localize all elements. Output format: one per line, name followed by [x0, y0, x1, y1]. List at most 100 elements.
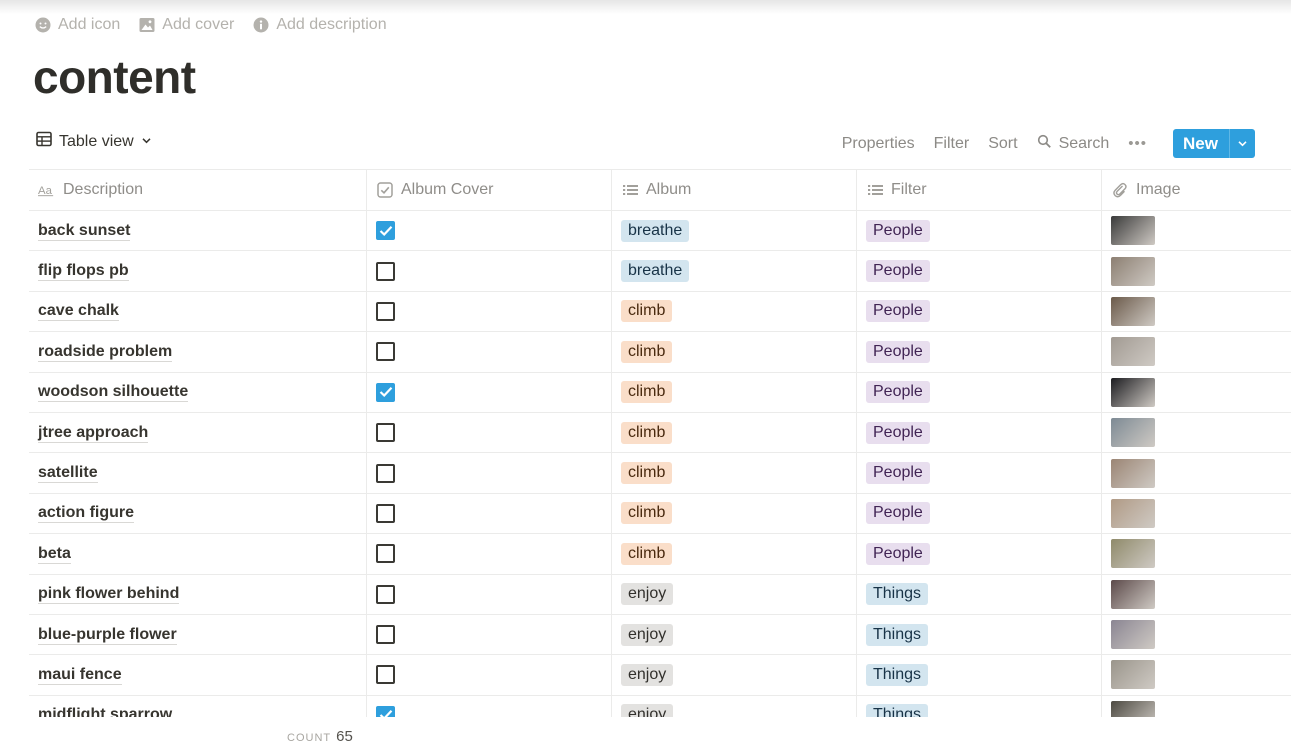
image-thumbnail[interactable] [1111, 579, 1155, 609]
table-row[interactable]: flip flops pb breathe People [29, 251, 1291, 292]
album-cell[interactable]: enjoy [612, 655, 857, 695]
album-cell[interactable]: enjoy [612, 614, 857, 655]
album-cover-checkbox[interactable] [376, 382, 395, 402]
album-cover-checkbox[interactable] [376, 665, 395, 685]
filter-cell[interactable]: People [857, 291, 1102, 332]
description-cell[interactable]: midflight sparrow [29, 695, 367, 717]
filter-cell[interactable]: People [857, 211, 1102, 251]
album-cover-checkbox[interactable] [376, 584, 395, 604]
description-cell[interactable]: back sunset [29, 211, 367, 251]
column-header-image[interactable]: Image [1102, 170, 1291, 210]
table-row[interactable]: maui fence enjoy Things [29, 655, 1291, 696]
row-title[interactable]: blue-purple flower [38, 625, 177, 645]
image-cell[interactable] [1102, 575, 1291, 614]
album-cell[interactable]: climb [612, 372, 857, 412]
filter-cell[interactable]: People [857, 332, 1102, 372]
column-header-album[interactable]: Album [612, 170, 857, 210]
image-cell[interactable] [1102, 534, 1291, 573]
album-cover-cell[interactable] [367, 372, 612, 412]
column-header-album-cover[interactable]: Album Cover [367, 170, 612, 210]
table-row[interactable]: action figure climb People [29, 493, 1291, 535]
album-cover-checkbox[interactable] [376, 625, 395, 645]
image-thumbnail[interactable] [1111, 660, 1155, 690]
album-cover-cell[interactable] [367, 574, 612, 614]
new-dropdown-button[interactable] [1229, 129, 1255, 158]
image-thumbnail[interactable] [1111, 498, 1155, 528]
album-cover-checkbox[interactable] [376, 705, 395, 717]
description-cell[interactable]: woodson silhouette [29, 372, 367, 412]
add-cover-button[interactable]: Add cover [138, 16, 234, 34]
image-cell[interactable] [1102, 615, 1291, 654]
description-cell[interactable]: satellite [29, 453, 367, 493]
table-view-tab[interactable]: Table view [36, 131, 152, 152]
album-cell[interactable]: climb [612, 493, 857, 534]
album-cover-checkbox[interactable] [376, 463, 395, 483]
album-cover-checkbox[interactable] [376, 301, 395, 321]
column-header-filter[interactable]: Filter [857, 170, 1102, 210]
row-title[interactable]: beta [38, 544, 71, 564]
album-cell[interactable]: climb [612, 412, 857, 453]
search-button[interactable]: Search [1037, 134, 1109, 154]
image-cell[interactable] [1102, 292, 1291, 331]
album-cover-checkbox[interactable] [376, 423, 395, 443]
more-options-button[interactable]: ••• [1128, 135, 1147, 152]
row-title[interactable]: woodson silhouette [38, 382, 189, 403]
image-thumbnail[interactable] [1111, 216, 1155, 246]
album-cover-cell[interactable] [367, 211, 612, 251]
album-cover-cell[interactable] [367, 534, 612, 574]
filter-cell[interactable]: People [857, 534, 1102, 574]
image-thumbnail[interactable] [1111, 539, 1155, 569]
description-cell[interactable]: cave chalk [29, 291, 367, 332]
album-cell[interactable]: climb [612, 332, 857, 372]
filter-cell[interactable]: Things [857, 695, 1102, 717]
table-row[interactable]: woodson silhouette climb People [29, 372, 1291, 413]
album-cover-cell[interactable] [367, 291, 612, 332]
table-row[interactable]: jtree approach climb People [29, 412, 1291, 454]
table-row[interactable]: midflight sparrow enjoy Things [29, 695, 1291, 717]
column-header-description[interactable]: Aa Description [29, 170, 367, 210]
album-cover-cell[interactable] [367, 655, 612, 695]
description-cell[interactable]: blue-purple flower [29, 614, 367, 655]
album-cover-checkbox[interactable] [376, 261, 395, 281]
table-row[interactable]: beta climb People [29, 534, 1291, 575]
image-cell[interactable] [1102, 251, 1291, 290]
filter-cell[interactable]: Things [857, 655, 1102, 695]
description-cell[interactable]: roadside problem [29, 332, 367, 372]
image-thumbnail[interactable] [1111, 700, 1155, 717]
filter-button[interactable]: Filter [934, 135, 970, 153]
filter-cell[interactable]: Things [857, 614, 1102, 655]
description-cell[interactable]: pink flower behind [29, 574, 367, 614]
image-thumbnail[interactable] [1111, 377, 1155, 407]
album-cell[interactable]: breathe [612, 251, 857, 291]
image-thumbnail[interactable] [1111, 296, 1155, 326]
album-cell[interactable]: enjoy [612, 695, 857, 717]
row-title[interactable]: cave chalk [38, 301, 119, 322]
row-title[interactable]: action figure [38, 503, 135, 524]
table-row[interactable]: satellite climb People [29, 453, 1291, 494]
description-cell[interactable]: maui fence [29, 655, 367, 695]
page-title[interactable]: content [33, 50, 196, 104]
image-cell[interactable] [1102, 696, 1291, 717]
filter-cell[interactable]: People [857, 251, 1102, 291]
filter-cell[interactable]: People [857, 453, 1102, 493]
table-row[interactable]: cave chalk climb People [29, 291, 1291, 333]
row-title[interactable]: midflight sparrow [38, 705, 172, 717]
image-thumbnail[interactable] [1111, 337, 1155, 367]
image-cell[interactable] [1102, 373, 1291, 412]
album-cover-checkbox[interactable] [376, 503, 395, 523]
album-cell[interactable]: breathe [612, 211, 857, 251]
new-button[interactable]: New [1173, 129, 1229, 158]
album-cell[interactable]: climb [612, 453, 857, 493]
row-title[interactable]: pink flower behind [38, 584, 180, 605]
image-thumbnail[interactable] [1111, 620, 1155, 650]
album-cover-cell[interactable] [367, 412, 612, 453]
image-cell[interactable] [1102, 211, 1291, 250]
album-cover-cell[interactable] [367, 251, 612, 291]
properties-button[interactable]: Properties [842, 135, 915, 153]
add-icon-button[interactable]: Add icon [34, 16, 120, 34]
row-title[interactable]: maui fence [38, 665, 122, 685]
filter-cell[interactable]: Things [857, 574, 1102, 614]
album-cover-cell[interactable] [367, 695, 612, 717]
table-row[interactable]: roadside problem climb People [29, 332, 1291, 373]
row-title[interactable]: jtree approach [38, 423, 149, 443]
